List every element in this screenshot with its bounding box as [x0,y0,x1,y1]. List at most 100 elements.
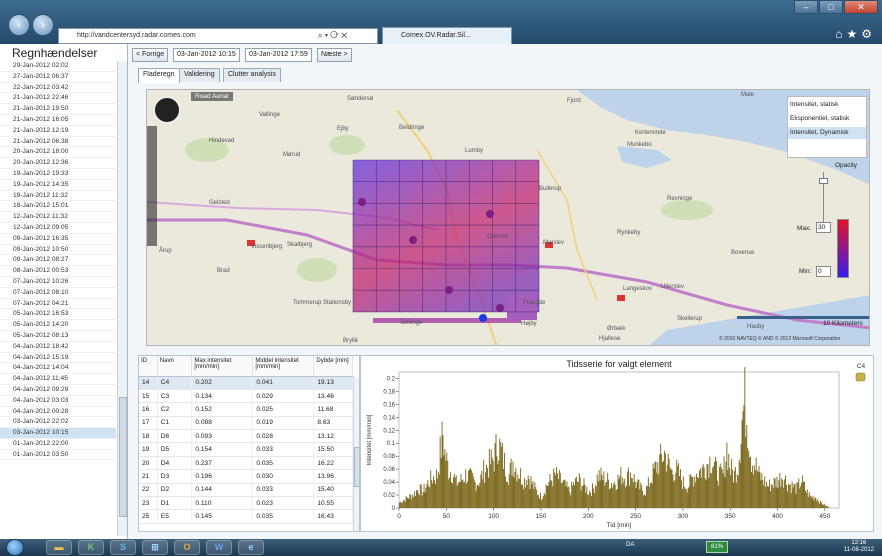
event-item[interactable]: 07-Jan-2012 10:26 [0,277,116,288]
table-row[interactable]: 18 D6 0.093 0.028 13.12 [139,429,353,444]
max-input[interactable]: 30 [816,222,831,233]
event-item[interactable]: 20-Jan-2012 12:36 [0,158,116,169]
column-header[interactable]: ID [139,356,158,377]
next-button[interactable]: Næste > [317,48,352,62]
event-item[interactable]: 08-Jan-2012 00:53 [0,266,116,277]
mode-aerial[interactable]: Aerial [212,93,229,100]
zoom-slider[interactable] [147,126,157,246]
outlook-icon[interactable]: O [174,540,200,555]
home-icon[interactable]: ⌂ [835,27,846,41]
event-item[interactable]: 22-Jan-2012 03:42 [0,83,116,94]
table-row[interactable]: 25 E5 0.145 0.035 16.43 [139,509,353,524]
event-item[interactable]: 21-Jan-2012 22:46 [0,93,116,105]
event-item[interactable]: 04-Jan-2012 11:45 [0,374,116,385]
radar-map[interactable]: Road Aerial Søndersø Vallinge Beldringe Hin… [146,89,870,346]
event-item[interactable]: 04-Jan-2012 03:03 [0,396,116,407]
tab-fladeregn[interactable]: Fladeregn [138,68,180,83]
scrollbar-thumb[interactable] [119,397,127,517]
event-item[interactable]: 04-Jan-2012 00:28 [0,407,116,418]
table-row[interactable]: 20 D4 0.237 0.035 16.22 [139,456,353,471]
event-item[interactable]: 04-Jan-2012 15:19 [0,353,116,364]
table-row-selected[interactable]: 14 C4 0.202 0.041 19.13 [139,376,353,390]
table-row[interactable]: 17 C1 0.088 0.019 8.63 [139,416,353,431]
event-item[interactable]: 21-Jan-2012 06:38 [0,137,116,148]
event-item[interactable]: 04-Jan-2012 18:42 [0,342,116,353]
column-header[interactable]: Middel intensitet [mm/min] [252,356,315,377]
event-item[interactable]: 12-Jan-2012 09:05 [0,223,116,234]
compass-control[interactable] [153,96,181,124]
language-indicator[interactable]: DA [626,542,634,548]
matlab-icon[interactable]: K [78,540,104,555]
event-item[interactable]: 05-Jan-2012 08:13 [0,331,116,342]
back-button[interactable]: ‹ [8,14,30,36]
maximize-icon[interactable]: □ [819,0,843,14]
event-item[interactable]: 19-Jan-2012 14:35 [0,180,116,191]
min-input[interactable]: 0 [816,266,831,277]
opacity-slider-knob[interactable] [819,178,828,184]
column-header[interactable]: Navn [157,356,193,377]
layer-option[interactable]: Intensitet, statisk [788,99,866,111]
event-item[interactable]: 09-Jan-2012 10:50 [0,245,116,256]
gear-icon[interactable]: ⚙ [861,27,876,41]
star-icon[interactable]: ★ [846,27,861,41]
table-cell: 0.035 [252,509,315,524]
event-item[interactable]: 09-Jan-2012 16:35 [0,234,116,245]
close-icon[interactable]: ✕ [844,0,878,14]
start-time-field[interactable]: 03-Jan-2012 10:15 [173,48,240,62]
column-header[interactable]: Max intensitet [mm/min] [191,356,254,377]
layer-selector[interactable]: Intensitet, statisk Eksponentiel, statis… [787,96,867,158]
event-item[interactable]: 29-Jan-2012 02:02 [0,61,116,72]
map-place-label: Skellerup [677,316,703,322]
column-header[interactable]: Dybde [mm] [313,356,353,377]
event-item[interactable]: 21-Jan-2012 19:50 [0,104,116,115]
map-mode-switch[interactable]: Road Aerial [191,92,233,101]
start-button[interactable] [6,539,24,556]
table-row[interactable]: 15 C3 0.134 0.029 13.46 [139,389,353,404]
clock[interactable]: 12:16 11-08-2012 [844,540,874,554]
event-item[interactable]: 12-Jan-2012 11:32 [0,212,116,223]
word-icon[interactable]: W [206,540,232,555]
event-item[interactable]: 07-Jan-2012 08:10 [0,288,116,299]
event-item[interactable]: 05-Jan-2012 14:20 [0,320,116,331]
sidebar-scrollbar[interactable] [117,61,127,536]
layer-option-selected[interactable]: Intensitet, Dynamisk [788,127,866,139]
event-item[interactable]: 21-Jan-2012 12:19 [0,126,116,137]
table-row[interactable]: 16 C2 0.152 0.025 11.68 [139,402,353,417]
address-bar-icons[interactable]: ⌕ ▾ ⟳ ✕ [318,28,347,44]
event-item[interactable]: 19-Jan-2012 19:33 [0,169,116,180]
browser-toolbar-icons[interactable]: ⌂★⚙ [835,27,876,41]
event-item[interactable]: 21-Jan-2012 16:05 [0,115,116,126]
layer-option[interactable]: Eksponentiel, statisk [788,113,866,125]
ie-icon[interactable]: e [238,540,264,555]
event-item[interactable]: 18-Jan-2012 15:01 [0,201,116,213]
event-item[interactable]: 19-Jan-2012 11:32 [0,191,116,202]
event-item[interactable]: 01-Jan-2012 03:50 [0,450,116,461]
table-row[interactable]: 22 D2 0.144 0.033 15.40 [139,483,353,498]
tab-validering[interactable]: Validering [179,68,220,82]
event-item[interactable]: 04-Jan-2012 09:28 [0,385,116,396]
event-item[interactable]: 27-Jan-2012 06:37 [0,72,116,83]
browser-tab[interactable]: Comex.OV.Radar.Sil... [382,27,512,44]
minimize-icon[interactable]: – [794,0,818,14]
end-time-field[interactable]: 03-Jan-2012 17:59 [245,48,312,62]
skype-icon[interactable]: S [110,540,136,555]
event-item[interactable]: 20-Jan-2012 18:00 [0,147,116,159]
event-item[interactable]: 07-Jan-2012 04:21 [0,299,116,310]
battery-indicator[interactable]: 81% [706,541,728,553]
table-row[interactable]: 23 D1 0.110 0.023 10.55 [139,496,353,511]
table-scrollbar[interactable] [353,377,359,531]
mode-road[interactable]: Road [195,93,211,100]
forward-button[interactable]: › [32,14,54,36]
event-item[interactable]: 03-Jan-2012 22:02 [0,417,116,429]
table-row[interactable]: 21 D3 0.196 0.030 13.96 [139,469,353,484]
tab-clutter-analysis[interactable]: Clutter analysis [223,68,281,82]
prev-button[interactable]: < Forrige [132,48,169,62]
event-item-selected[interactable]: 03-Jan-2012 10:15 [0,428,116,439]
network-icon[interactable]: ⊞ [142,540,168,555]
event-item[interactable]: 04-Jan-2012 14:04 [0,363,116,375]
event-item[interactable]: 05-Jan-2012 16:53 [0,309,116,321]
event-item[interactable]: 01-Jan-2012 22:00 [0,439,116,450]
explorer-icon[interactable]: ▬ [46,540,72,555]
event-item[interactable]: 09-Jan-2012 08:27 [0,255,116,267]
table-row[interactable]: 19 D5 0.154 0.033 15.50 [139,442,353,457]
